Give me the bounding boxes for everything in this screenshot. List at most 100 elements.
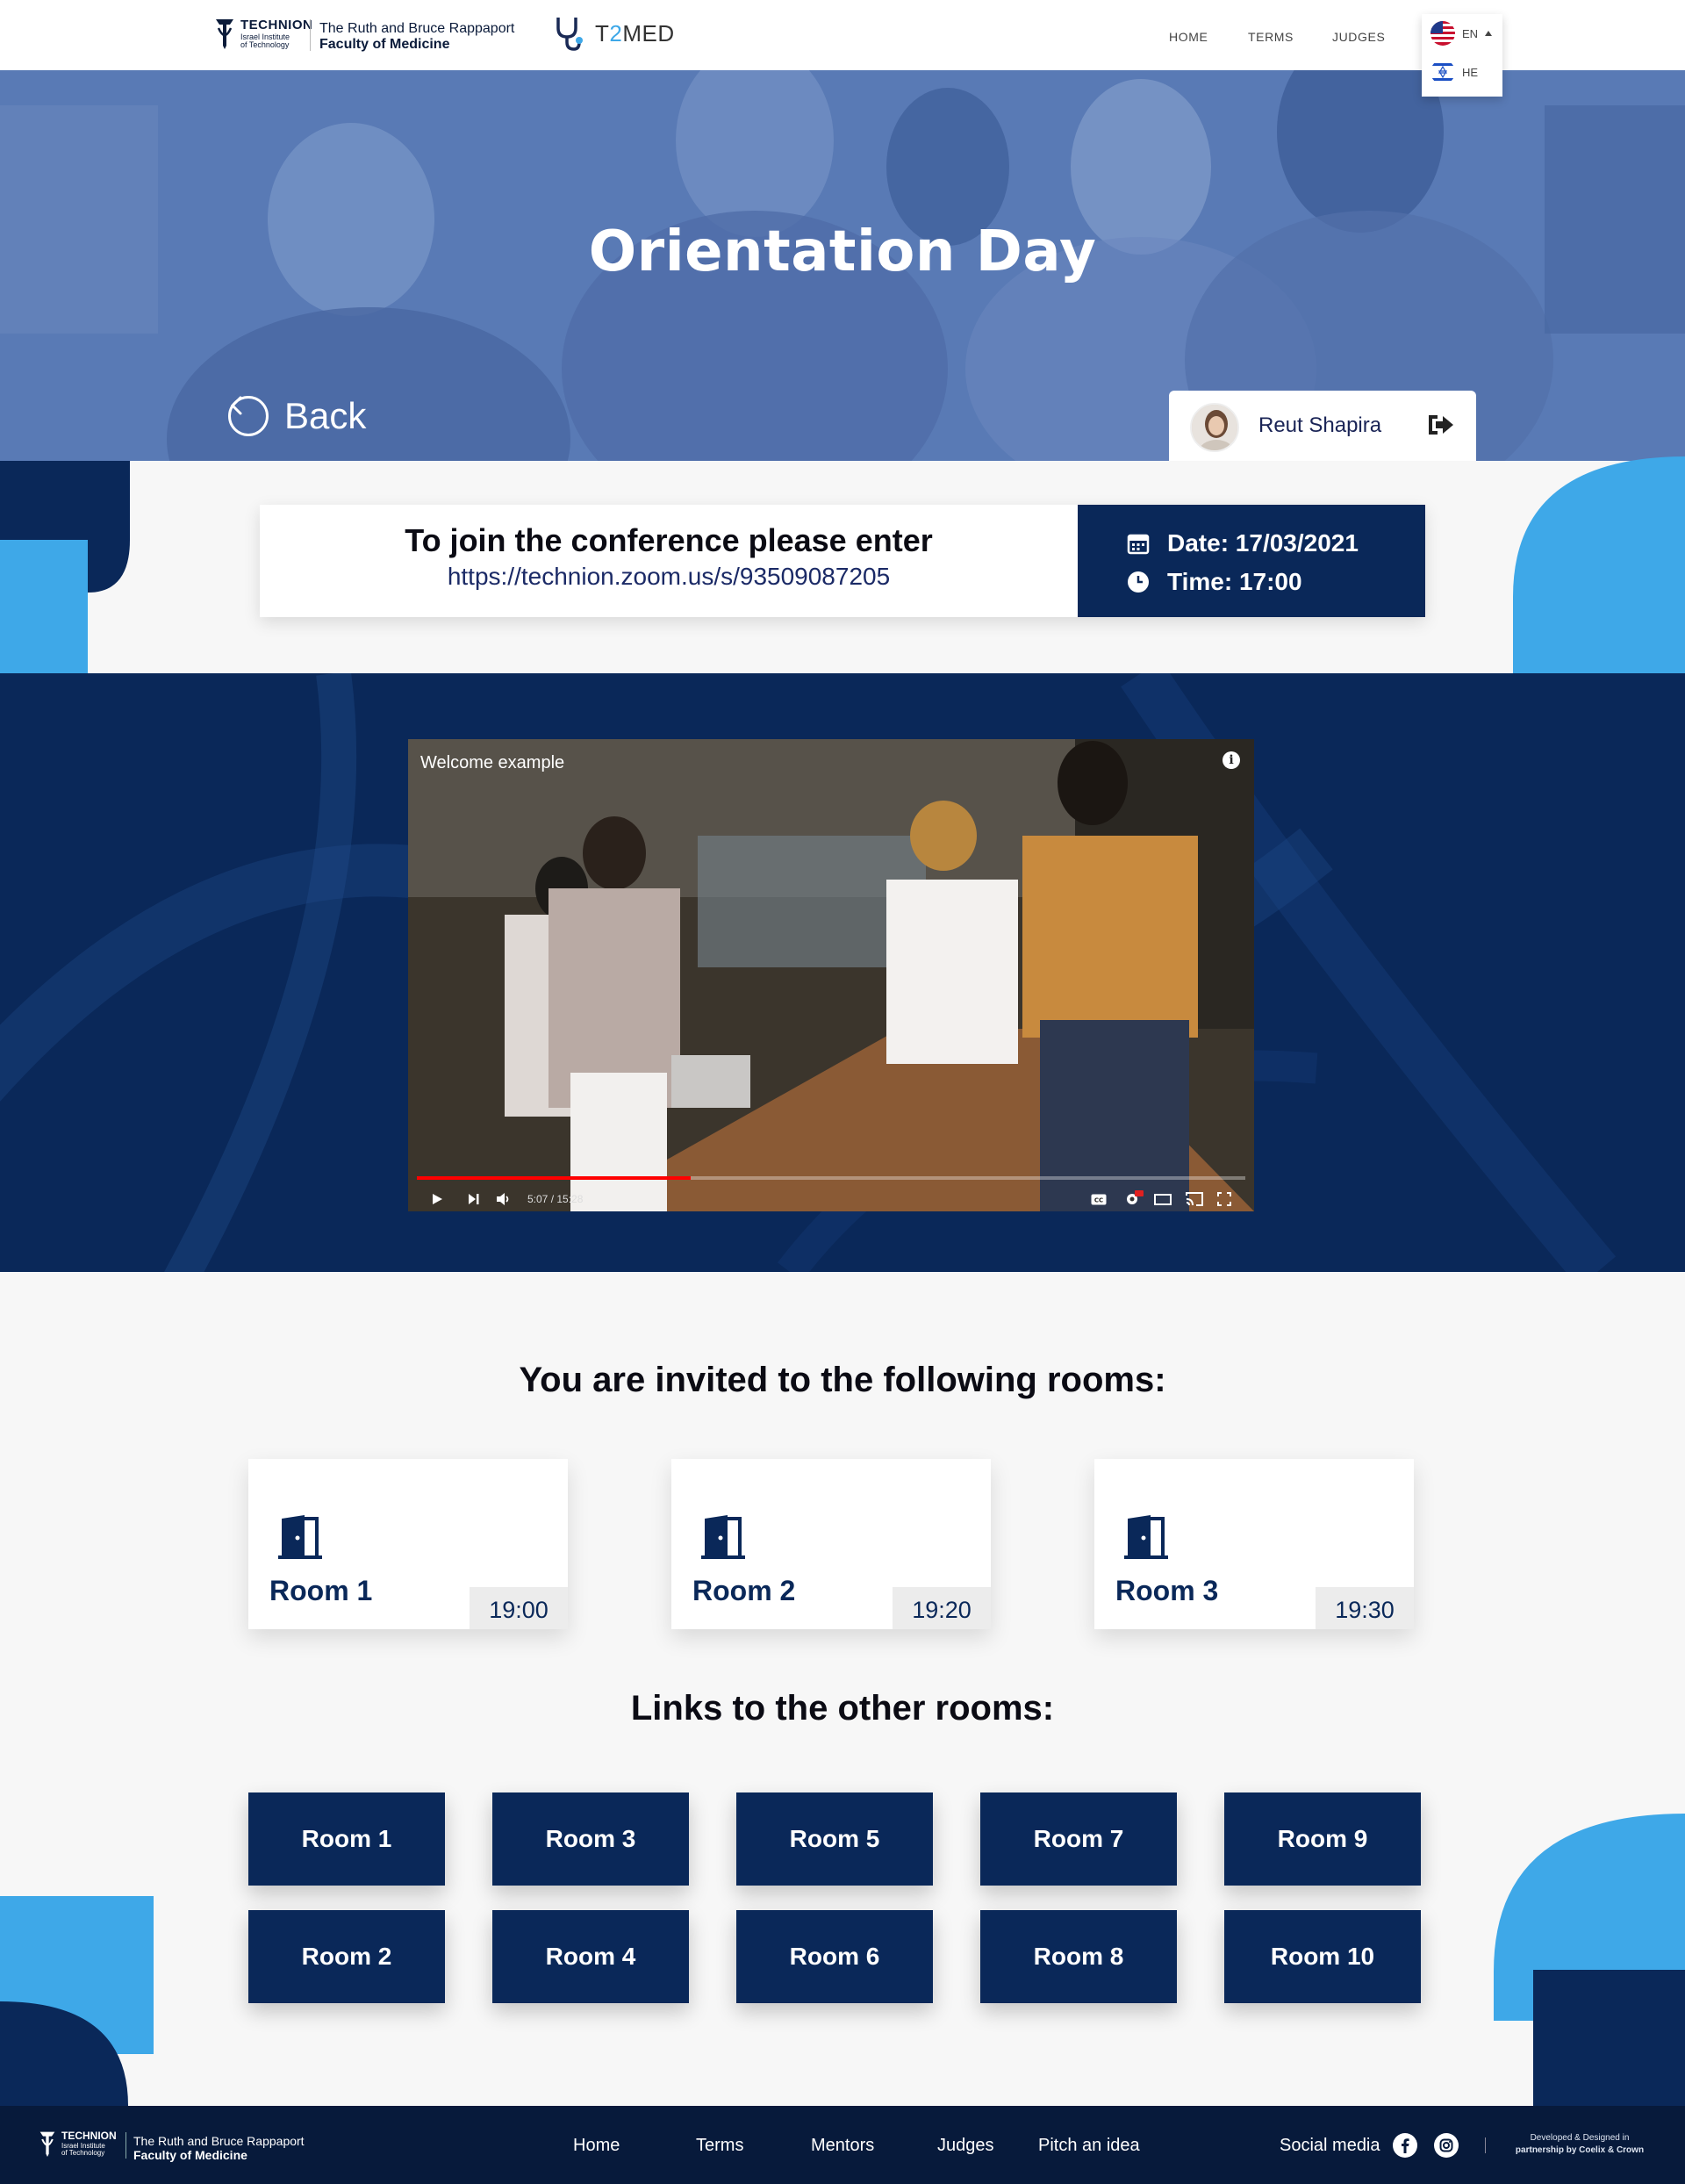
footer-link-judges[interactable]: Judges (937, 2136, 994, 2156)
clock-icon (1128, 571, 1149, 593)
room-link-button[interactable]: Room 7 (980, 1792, 1177, 1886)
room-time: 19:00 (470, 1587, 568, 1629)
conference-time: Time: 17:00 (1167, 568, 1302, 595)
brand-suffix: MED (622, 19, 675, 47)
footer-faculty-line1: The Ruth and Bruce Rappaport (133, 2134, 305, 2148)
door-icon (278, 1515, 322, 1559)
decorative-shape-right-bottom (1494, 1814, 1685, 2106)
room-link-button[interactable]: Room 6 (736, 1910, 933, 2003)
avatar[interactable] (1190, 403, 1239, 452)
captions-icon[interactable]: CC (1091, 1194, 1107, 1205)
conference-link[interactable]: https://technion.zoom.us/s/93509087205 (260, 563, 1078, 591)
technion-name: TECHNION (240, 17, 313, 32)
play-icon[interactable] (431, 1193, 443, 1205)
logout-icon[interactable] (1425, 412, 1455, 438)
faculty-line1: The Ruth and Bruce Rappaport (319, 21, 515, 36)
room-time: 19:30 (1316, 1587, 1414, 1629)
footer-credit: Developed & Designed in partnership by C… (1501, 2132, 1659, 2156)
user-name: Reut Shapira (1258, 413, 1382, 437)
room-link-button[interactable]: Room 5 (736, 1792, 933, 1886)
footer-technion-logo[interactable]: TECHNION Israel Institute of Technology (39, 2129, 117, 2159)
language-he-label: HE (1462, 65, 1479, 79)
brand-accent: 2 (609, 19, 623, 47)
room-link-button[interactable]: Room 10 (1224, 1910, 1421, 2003)
room-card[interactable]: Room 1 19:00 (248, 1459, 568, 1629)
technion-mark-icon (216, 19, 233, 49)
us-flag-icon (1430, 21, 1455, 46)
footer-link-home[interactable]: Home (573, 2136, 620, 2156)
video-player[interactable]: Welcome example i 5:07 / 15:28 CC (408, 739, 1254, 1211)
room-link-button[interactable]: Room 4 (492, 1910, 689, 2003)
nav-home-link[interactable]: HOME (1169, 30, 1208, 44)
room-link-button[interactable]: Room 2 (248, 1910, 445, 2003)
back-label: Back (284, 395, 367, 436)
footer-technion-sub2: of Technology (61, 2149, 105, 2157)
volume-icon[interactable] (496, 1193, 512, 1205)
footer-divider (1485, 2137, 1486, 2153)
israel-flag-icon (1430, 60, 1455, 84)
door-icon (701, 1515, 745, 1559)
footer-credit-line2: partnership by Coelix & Crown (1515, 2144, 1645, 2155)
video-frame-image (408, 739, 1254, 1211)
chevron-left-icon (228, 396, 269, 436)
door-icon (1124, 1515, 1168, 1559)
nav-terms-link[interactable]: TERMS (1248, 30, 1294, 44)
faculty-logo[interactable]: The Ruth and Bruce Rappaport Faculty of … (319, 21, 514, 52)
t2med-wordmark: T2MED (595, 20, 675, 47)
video-timestamp: 5:07 / 15:28 (527, 1193, 584, 1205)
footer: TECHNION Israel Institute of Technology … (0, 2106, 1685, 2184)
room-link-button[interactable]: Room 9 (1224, 1792, 1421, 1886)
brand-prefix: T (595, 19, 610, 47)
conference-heading: To join the conference please enter (405, 522, 933, 558)
footer-technion-name: TECHNION (61, 2130, 117, 2142)
settings-gear-icon[interactable] (1124, 1190, 1144, 1206)
room-time: 19:20 (893, 1587, 991, 1629)
nav-judges-link[interactable]: JUDGES (1332, 30, 1385, 44)
back-button[interactable]: Back (228, 395, 366, 437)
room-link-button[interactable]: Room 8 (980, 1910, 1177, 2003)
room-name: Room 1 (269, 1575, 373, 1606)
language-option-en[interactable]: EN (1430, 21, 1493, 46)
user-card: Reut Shapira (1169, 391, 1476, 461)
theater-mode-icon[interactable] (1154, 1194, 1172, 1205)
room-card[interactable]: Room 2 19:20 (671, 1459, 991, 1629)
room-link-button[interactable]: Room 1 (248, 1792, 445, 1886)
faculty-line2: Faculty of Medicine (319, 36, 450, 52)
footer-credit-line1: Developed & Designed in (1530, 2133, 1630, 2143)
footer-logo-divider (125, 2132, 126, 2159)
footer-faculty-line2: Faculty of Medicine (133, 2148, 247, 2163)
t2med-logo[interactable]: T2MED (553, 14, 675, 53)
video-progress-fill (417, 1176, 691, 1180)
technion-sub2: of Technology (240, 40, 290, 49)
room-card[interactable]: Room 3 19:30 (1094, 1459, 1414, 1629)
social-media-label: Social media (1280, 2136, 1380, 2155)
instagram-icon[interactable] (1434, 2133, 1459, 2158)
footer-faculty-logo[interactable]: The Ruth and Bruce Rappaport Faculty of … (133, 2134, 305, 2162)
technion-mark-icon (39, 2131, 55, 2157)
footer-link-mentors[interactable]: Mentors (811, 2136, 874, 2156)
room-name: Room 3 (1115, 1575, 1219, 1606)
decorative-shape-left-bottom (0, 1896, 154, 2106)
cast-icon[interactable] (1186, 1192, 1203, 1206)
video-controls: 5:07 / 15:28 CC (408, 1187, 1254, 1211)
caret-up-icon (1485, 31, 1493, 36)
conference-join-panel: To join the conference please enter http… (260, 505, 1078, 617)
language-dropdown[interactable]: EN HE (1422, 14, 1502, 97)
conference-datetime-panel: Date: 17/03/2021 Time: 17:00 (1078, 505, 1425, 617)
footer-link-pitch-an-idea[interactable]: Pitch an idea (1038, 2136, 1140, 2156)
video-progress-bar[interactable] (417, 1176, 1245, 1180)
other-rooms-heading: Links to the other rooms: (630, 1689, 1055, 1728)
svg-text:CC: CC (1094, 1197, 1103, 1204)
technion-logo[interactable]: TECHNION Israel Institute of Technology (214, 16, 312, 51)
room-link-button[interactable]: Room 3 (492, 1792, 689, 1886)
info-icon[interactable]: i (1223, 751, 1240, 769)
stethoscope-icon (556, 18, 583, 51)
language-option-he[interactable]: HE (1430, 60, 1478, 84)
next-icon[interactable] (468, 1194, 480, 1204)
footer-link-terms[interactable]: Terms (696, 2136, 743, 2156)
calendar-icon (1127, 534, 1150, 555)
conference-date: Date: 17/03/2021 (1167, 529, 1359, 557)
fullscreen-icon[interactable] (1217, 1192, 1231, 1206)
facebook-icon[interactable] (1393, 2133, 1417, 2158)
conference-time-row: Time: 17:00 (1127, 568, 1302, 596)
